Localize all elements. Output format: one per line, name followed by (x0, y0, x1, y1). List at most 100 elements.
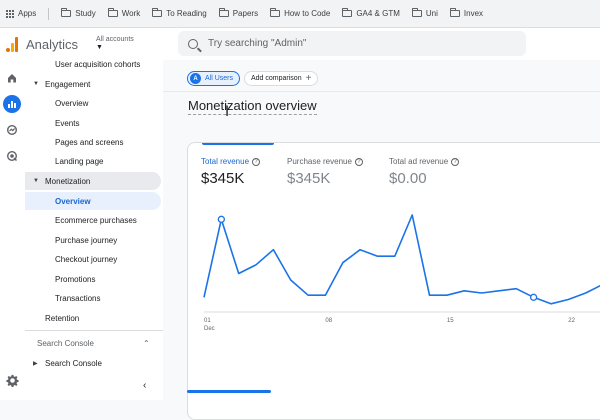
nav-item-search-console[interactable]: ▶ Search Console (25, 354, 161, 372)
bookmark-label: To Reading (166, 9, 207, 18)
help-icon[interactable]: ? (451, 157, 460, 166)
nav-item-label: Transactions (55, 293, 101, 303)
home-icon[interactable] (3, 69, 21, 87)
nav-item-checkout-journey[interactable]: Checkout journey (25, 250, 161, 268)
data-point-marker[interactable] (529, 293, 538, 301)
nav-item-landing-page[interactable]: Landing page (25, 152, 161, 170)
bookmark-folder-work[interactable]: Work (107, 8, 141, 18)
bookmark-folder-papers[interactable]: Papers (218, 8, 259, 18)
metric-label: Total revenue (201, 157, 250, 166)
bookmark-folder-uni[interactable]: Uni (411, 8, 438, 18)
bookmark-label: Papers (232, 9, 259, 18)
nav-item-purchase-journey[interactable]: Purchase journey (25, 231, 161, 249)
metric-purchase-revenue[interactable]: Purchase revenue ? $345K (287, 157, 363, 187)
search-bar[interactable]: Try searching "Admin" (178, 31, 526, 56)
analytics-logo-icon[interactable] (6, 36, 18, 52)
bookmark-folder-how-to-code[interactable]: How to Code (270, 8, 331, 18)
help-icon[interactable]: ? (354, 157, 363, 166)
nav-section-monetization[interactable]: ▼ Monetization (25, 172, 161, 190)
nav-item-label: Overview (55, 196, 91, 206)
bookmark-folder-to-reading[interactable]: To Reading (152, 8, 207, 18)
bookmark-folder-study[interactable]: Study (61, 8, 96, 18)
nav-item-label: Ecommerce purchases (55, 215, 137, 225)
bookmark-label: GA4 & GTM (356, 9, 400, 18)
nav-item-label: Events (55, 118, 80, 128)
x-tick-label: 15 (447, 318, 454, 324)
metric-value: $345K (201, 170, 245, 187)
account-picker[interactable]: All accounts ▼ (96, 36, 134, 52)
nav-item-label: Overview (55, 98, 89, 108)
nav-item-label: Retention (45, 313, 80, 323)
apps-bookmark[interactable]: Apps (6, 9, 36, 18)
nav-item-label: Monetization (45, 176, 91, 186)
nav-divider (25, 330, 163, 331)
icon-rail (0, 60, 25, 400)
bookmark-label: How to Code (284, 9, 331, 18)
account-label: All accounts (96, 36, 134, 43)
bookmark-label: Uni (425, 9, 438, 18)
folder-icon (107, 8, 118, 17)
nav-item-events[interactable]: Events (25, 114, 161, 132)
bookmark-folder-ga4-gtm[interactable]: GA4 & GTM (342, 8, 400, 18)
nav-section-retention[interactable]: Retention (25, 309, 161, 327)
folder-icon (342, 8, 353, 17)
nav-item-pages-and-screens[interactable]: Pages and screens (25, 133, 161, 151)
bookmark-label: Work (121, 9, 141, 18)
nav-item-transactions[interactable]: Transactions (25, 289, 161, 307)
advertising-icon[interactable] (3, 147, 21, 165)
metric-total-ad-revenue[interactable]: Total ad revenue ? $0.00 (389, 157, 460, 187)
bookmark-label: Study (75, 9, 96, 18)
collapse-nav-chevron-icon[interactable]: ‹ (143, 380, 146, 391)
nav-item-user-acquisition-cohorts[interactable]: User acquisition cohorts (25, 55, 161, 73)
nav-section-engagement[interactable]: ▼ Engagement (25, 75, 161, 93)
apps-label: Apps (18, 9, 37, 18)
metric-value: $345K (287, 170, 331, 187)
folder-icon (270, 8, 281, 17)
bookmarks-bar: Apps Study Work To Reading Papers How to… (0, 0, 600, 28)
reports-icon[interactable] (3, 95, 21, 113)
bookmarks-divider (48, 7, 50, 20)
secondary-card-indicator (187, 390, 271, 393)
page-title: Monetization overview (188, 98, 317, 115)
app-name: Analytics (26, 36, 79, 52)
folder-icon (449, 8, 460, 17)
explore-icon[interactable] (3, 121, 21, 139)
folder-icon (218, 8, 229, 17)
settings-gear-icon[interactable] (6, 374, 19, 392)
nav-group-search-console[interactable]: Search Console ⌃ (25, 334, 161, 352)
bookmark-folder-invex[interactable]: Invex (449, 8, 483, 18)
caret-down-icon: ▼ (33, 81, 39, 87)
metric-label-row: Purchase revenue ? (287, 157, 363, 166)
metric-total-revenue[interactable]: Total revenue ? $345K (201, 157, 261, 187)
x-tick-label: 01 (204, 318, 211, 324)
caret-down-icon: ▼ (33, 178, 39, 184)
segment-chip-all-users[interactable]: A All Users (187, 71, 241, 86)
caret-right-icon: ▶ (33, 360, 38, 367)
nav-item-label: Engagement (45, 79, 91, 89)
help-icon[interactable]: ? (252, 157, 261, 166)
nav-group-label: Search Console (37, 338, 94, 348)
metric-value: $0.00 (389, 170, 427, 187)
revenue-line-chart[interactable]: 01 Dec 08 15 22 (188, 203, 600, 333)
search-icon (188, 38, 198, 49)
metric-label-row: Total ad revenue ? (389, 157, 460, 166)
apps-grid-icon (6, 9, 14, 18)
plus-icon: + (305, 73, 312, 84)
add-comparison-label: Add comparison (251, 75, 302, 82)
nav-item-promotions[interactable]: Promotions (25, 270, 161, 288)
nav-item-ecommerce-purchases[interactable]: Ecommerce purchases (25, 211, 161, 229)
nav-item-label: Pages and screens (55, 137, 124, 147)
folder-icon (61, 8, 72, 17)
segment-label: All Users (205, 75, 234, 82)
nav-item-label: Purchase journey (55, 235, 118, 245)
text-cursor-icon: I (225, 104, 230, 120)
nav-item-label: User acquisition cohorts (55, 59, 141, 69)
metric-label-row: Total revenue ? (201, 157, 261, 166)
chevron-up-icon: ⌃ (143, 338, 150, 348)
add-comparison-button[interactable]: Add comparison + (244, 71, 319, 86)
metric-label: Total ad revenue (389, 157, 449, 166)
nav-item-monetization-overview[interactable]: Overview (25, 192, 161, 210)
active-metric-indicator (202, 143, 274, 145)
data-point-marker[interactable] (217, 215, 225, 223)
nav-item-engagement-overview[interactable]: Overview (25, 94, 161, 112)
